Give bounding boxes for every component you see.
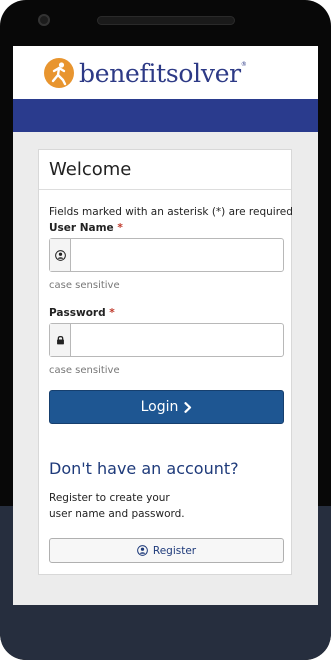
password-label-text: Password (49, 307, 106, 319)
password-input[interactable] (71, 324, 283, 356)
username-label: User Name * (49, 222, 123, 234)
register-description: Register to create your user name and pa… (49, 490, 249, 522)
lock-icon (50, 324, 71, 356)
camera-icon (38, 14, 50, 26)
browser-screen: benefitsolver ® Welcome Fields marked wi… (13, 46, 318, 605)
card-header: Welcome (39, 150, 291, 190)
username-input[interactable] (71, 239, 283, 271)
required-asterisk: * (109, 307, 115, 319)
brand-name: benefitsolver (79, 58, 241, 88)
password-input-group (49, 323, 284, 357)
chevron-right-icon (184, 401, 192, 413)
no-account-heading: Don't have an account? (49, 459, 239, 478)
login-button-label: Login (140, 399, 179, 415)
register-button[interactable]: Register (49, 538, 284, 563)
password-hint: case sensitive (49, 365, 120, 376)
register-description-line: user name and password. (49, 508, 185, 520)
register-button-label: Register (152, 544, 197, 557)
user-icon (50, 239, 71, 271)
phone-frame: benefitsolver ® Welcome Fields marked wi… (0, 0, 331, 660)
username-label-text: User Name (49, 222, 114, 234)
user-icon (137, 545, 148, 556)
register-description-line: Register to create your (49, 492, 170, 504)
required-fields-note: Fields marked with an asterisk (*) are r… (49, 206, 293, 218)
username-hint: case sensitive (49, 280, 120, 291)
login-button[interactable]: Login (49, 390, 284, 424)
nav-bar (13, 99, 318, 132)
brand-logo[interactable]: benefitsolver ® (43, 56, 247, 90)
login-card: Welcome Fields marked with an asterisk (… (38, 149, 293, 575)
password-label: Password * (49, 307, 115, 319)
header-logo-bar: benefitsolver ® (13, 46, 318, 99)
username-input-group (49, 238, 284, 272)
required-asterisk: * (117, 222, 123, 234)
brand-trademark: ® (240, 60, 247, 68)
speaker-grille (97, 16, 235, 25)
page-title: Welcome (49, 159, 132, 180)
running-figure-logo-icon (44, 58, 74, 88)
